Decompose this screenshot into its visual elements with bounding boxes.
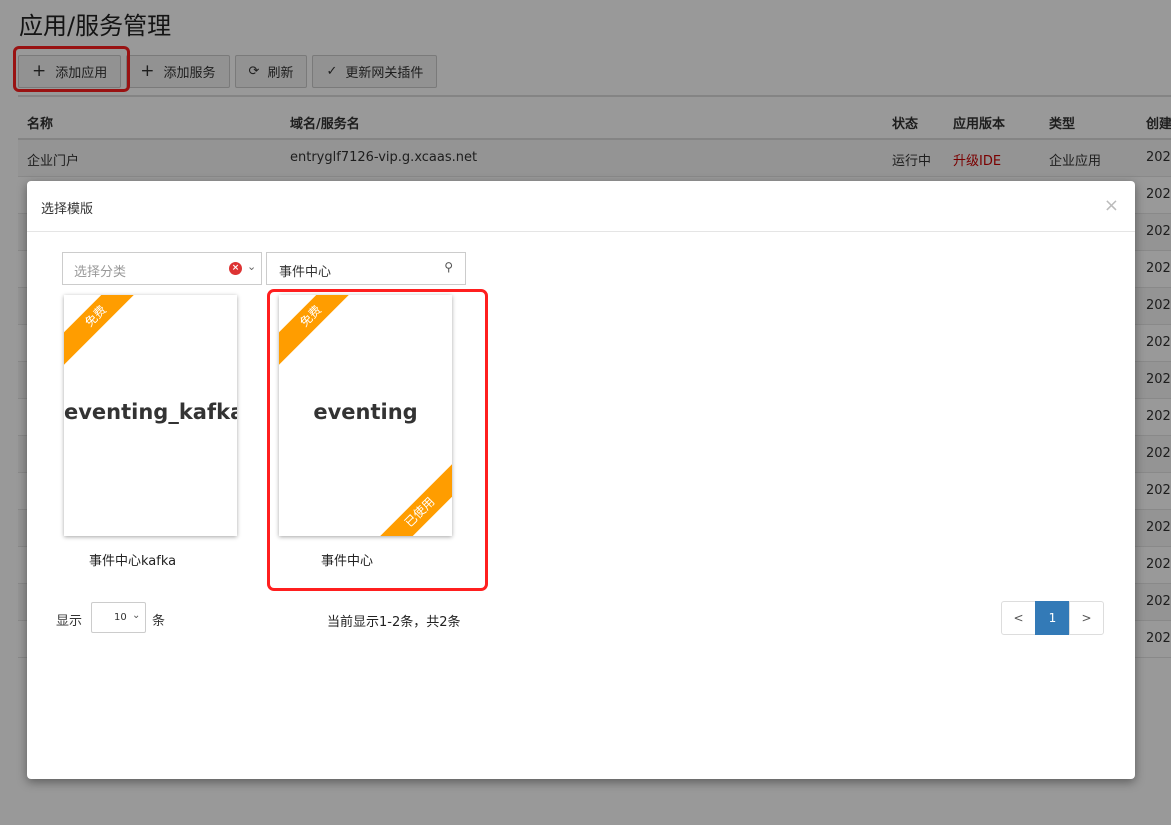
select-template-modal: 选择模版 × 选择分类 × ⌄ 事件中心 ⚲ 免费 eventing_kafka… — [27, 181, 1135, 779]
template-search-input[interactable]: 事件中心 ⚲ — [266, 252, 466, 285]
chevron-down-icon[interactable]: ⌄ — [247, 260, 256, 273]
category-select[interactable]: 选择分类 × ⌄ — [62, 252, 262, 285]
template-name: eventing_kafka — [64, 400, 237, 424]
show-label: 显示 — [56, 614, 83, 629]
search-icon[interactable]: ⚲ — [444, 260, 453, 274]
free-badge: 免费 — [64, 295, 154, 375]
search-value: 事件中心 — [279, 265, 332, 280]
modal-title: 选择模版 — [41, 202, 94, 217]
highlight-box-eventing — [267, 289, 488, 591]
page-info: 当前显示1-2条，共2条 — [327, 615, 461, 630]
page-size-select[interactable]: 10 ⌄ — [91, 602, 146, 633]
page-size-value: 10 — [114, 612, 127, 623]
modal-header: 选择模版 × — [27, 181, 1135, 232]
template-card-eventing-kafka[interactable]: 免费 eventing_kafka — [64, 295, 237, 536]
page-1-button[interactable]: 1 — [1035, 601, 1070, 635]
pagination: < 1 > — [1001, 601, 1104, 635]
chevron-down-icon: ⌄ — [132, 610, 141, 621]
category-placeholder: 选择分类 — [74, 265, 127, 280]
template-caption: 事件中心kafka — [89, 554, 177, 569]
next-page-button[interactable]: > — [1069, 601, 1104, 635]
prev-page-button[interactable]: < — [1001, 601, 1036, 635]
unit-label: 条 — [152, 614, 166, 629]
clear-icon[interactable]: × — [229, 262, 242, 275]
close-icon[interactable]: × — [1104, 195, 1119, 216]
